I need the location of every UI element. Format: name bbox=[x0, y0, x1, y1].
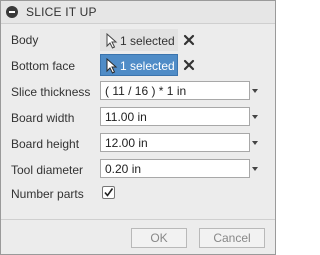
clear-body-selection-icon[interactable] bbox=[183, 34, 195, 46]
bottom-face-selection-button[interactable]: 1 selected bbox=[100, 54, 178, 76]
checkmark-icon bbox=[104, 188, 114, 197]
board-height-label: Board height bbox=[11, 137, 80, 151]
board-width-input[interactable]: 11.00 in bbox=[100, 107, 250, 126]
number-parts-checkbox[interactable] bbox=[102, 186, 115, 199]
body-selection-button[interactable]: 1 selected bbox=[100, 29, 178, 51]
dialog-titlebar: SLICE IT UP bbox=[1, 1, 275, 24]
number-parts-label: Number parts bbox=[11, 187, 84, 201]
dialog-title: SLICE IT UP bbox=[26, 5, 97, 19]
cursor-arrow-icon bbox=[106, 58, 118, 74]
tool-diameter-dropdown-icon[interactable] bbox=[252, 167, 258, 171]
tool-diameter-label: Tool diameter bbox=[11, 163, 84, 177]
board-height-input[interactable]: 12.00 in bbox=[100, 133, 250, 152]
board-width-label: Board width bbox=[11, 111, 75, 125]
slice-thickness-label: Slice thickness bbox=[11, 85, 91, 99]
tool-diameter-input[interactable]: 0.20 in bbox=[100, 159, 250, 178]
clear-bottom-face-selection-icon[interactable] bbox=[183, 59, 195, 71]
board-height-dropdown-icon[interactable] bbox=[252, 141, 258, 145]
slice-thickness-input[interactable]: ( 11 / 16 ) * 1 in bbox=[100, 81, 250, 100]
slice-it-up-dialog: SLICE IT UP Body 1 selected Bottom face … bbox=[0, 0, 276, 255]
cursor-arrow-icon bbox=[106, 33, 118, 49]
cancel-button[interactable]: Cancel bbox=[199, 228, 265, 248]
bottom-face-selection-text: 1 selected bbox=[120, 59, 175, 73]
bottom-face-label: Bottom face bbox=[11, 59, 76, 73]
body-selection-text: 1 selected bbox=[120, 34, 175, 48]
ok-button[interactable]: OK bbox=[131, 228, 187, 248]
footer-divider bbox=[1, 219, 275, 220]
board-width-dropdown-icon[interactable] bbox=[252, 115, 258, 119]
body-label: Body bbox=[11, 33, 39, 47]
collapse-minus-icon[interactable] bbox=[6, 6, 18, 18]
slice-thickness-dropdown-icon[interactable] bbox=[252, 89, 258, 93]
